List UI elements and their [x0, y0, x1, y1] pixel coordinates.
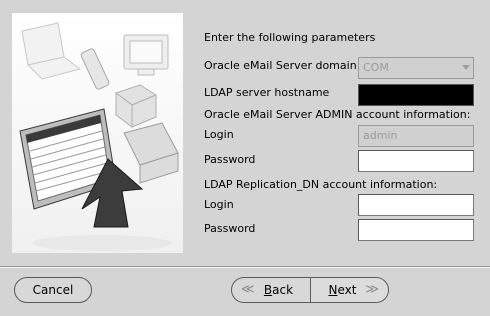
ldap-hostname-input[interactable]	[358, 84, 474, 106]
next-chevron-icon: ≫	[365, 282, 379, 297]
back-button[interactable]: ≪ Back	[231, 277, 311, 303]
wizard-illustration	[12, 13, 183, 253]
admin-login-label: Login	[204, 128, 234, 141]
next-button-label: ext	[337, 283, 357, 297]
domain-label: Oracle eMail Server domain	[204, 59, 357, 72]
next-button-mnemonic: N	[328, 283, 338, 297]
back-button-label: ack	[272, 283, 294, 297]
replication-password-input[interactable]	[358, 219, 474, 241]
admin-section-heading: Oracle eMail Server ADMIN account inform…	[204, 108, 471, 121]
replication-login-label: Login	[204, 198, 234, 211]
replication-password-label: Password	[204, 222, 256, 235]
admin-password-label: Password	[204, 153, 256, 166]
admin-login-input[interactable]: admin	[358, 125, 474, 147]
instructions-text: Enter the following parameters	[204, 31, 376, 44]
domain-select[interactable]: COM	[358, 57, 474, 79]
cancel-button[interactable]: Cancel	[14, 277, 92, 303]
cancel-button-label: Cancel	[32, 283, 74, 297]
ldap-hostname-label: LDAP server hostname	[204, 86, 330, 99]
office-equipment-illustration	[12, 13, 183, 253]
back-button-mnemonic: B	[263, 283, 273, 297]
back-chevron-icon: ≪	[241, 282, 255, 297]
admin-password-input[interactable]	[358, 150, 474, 172]
domain-select-value: COM	[363, 61, 389, 74]
chevron-down-icon	[462, 65, 470, 70]
replication-section-heading: LDAP Replication_DN account information:	[204, 178, 438, 191]
replication-login-input[interactable]	[358, 194, 474, 216]
button-bar-divider-highlight	[0, 267, 490, 268]
next-button[interactable]: Next ≫	[310, 277, 389, 303]
